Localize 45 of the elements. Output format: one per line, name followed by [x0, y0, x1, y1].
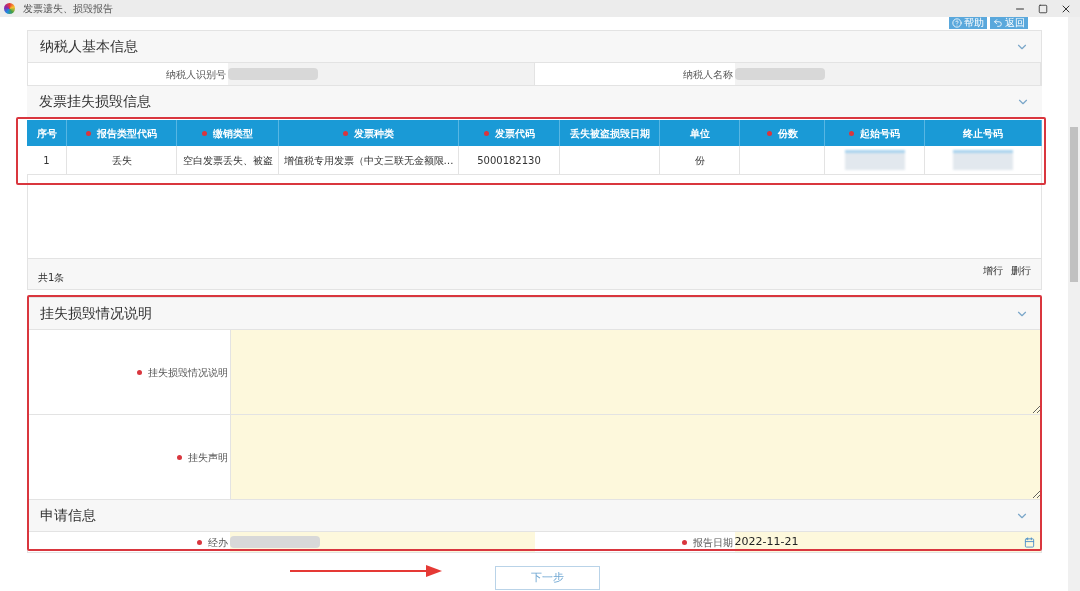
- field-label: 纳税人识别号: [28, 63, 228, 85]
- window-title: 发票遗失、损毁报告: [23, 2, 113, 16]
- blurred-block: [844, 150, 905, 170]
- field-label: 报告日期: [692, 535, 733, 550]
- maximize-icon[interactable]: [1038, 3, 1048, 14]
- field-label: 纳税人名称: [534, 63, 735, 85]
- calendar-icon[interactable]: [1024, 536, 1035, 548]
- section-header[interactable]: 发票挂失损毁信息: [27, 86, 1042, 118]
- field-label: 经办: [208, 535, 228, 550]
- cell-text: 丢失: [111, 153, 132, 168]
- column-title: 起始号码: [860, 126, 900, 141]
- section-title: 挂失损毁情况说明: [40, 304, 152, 323]
- column-title: 终止号码: [963, 126, 1003, 141]
- column-title: 序号: [36, 126, 57, 141]
- record-count: 共1条: [38, 270, 65, 285]
- name-field[interactable]: [230, 532, 535, 552]
- section-header[interactable]: 申请信息: [28, 500, 1041, 532]
- column-title: 发票代码: [494, 126, 535, 141]
- section-header[interactable]: 挂失损毁情况说明: [28, 298, 1041, 330]
- section-title: 申请信息: [40, 506, 96, 525]
- column-title: 发票种类: [354, 126, 394, 141]
- field-label: 挂失损毁情况说明: [148, 365, 228, 380]
- delete-row-button[interactable]: 删行: [1011, 262, 1031, 278]
- scrollbar[interactable]: [1068, 17, 1080, 591]
- scroll-thumb[interactable]: [1070, 127, 1078, 282]
- cell-text: 5000182130: [477, 153, 541, 168]
- field-label: 挂失声明: [188, 450, 228, 465]
- section-title: 发票挂失损毁信息: [39, 92, 151, 111]
- help-icon: [952, 18, 962, 28]
- section-header[interactable]: 纳税人基本信息: [28, 31, 1041, 63]
- column-title: 份数: [777, 126, 798, 141]
- add-row-button[interactable]: 增行: [983, 262, 1003, 278]
- column-title: 丢失被盗损毁日期: [569, 126, 650, 141]
- date-value: 2022-11-21: [734, 533, 799, 550]
- cell-text: 份: [694, 153, 705, 168]
- blurred-block: [953, 150, 1013, 170]
- cell-text: 空白发票丢失、被盗: [182, 153, 273, 168]
- return-arrow-icon: [993, 18, 1003, 28]
- cell-text: 1: [43, 153, 50, 168]
- cell-text: 增值税专用发票（中文三联无金额限…: [283, 153, 454, 168]
- column-title: 报告类型代码: [97, 126, 157, 141]
- column-title: 单位: [689, 126, 710, 141]
- app-logo-icon: [4, 3, 15, 14]
- section-title: 纳税人基本信息: [40, 37, 138, 56]
- column-title: 缴销类型: [213, 126, 253, 141]
